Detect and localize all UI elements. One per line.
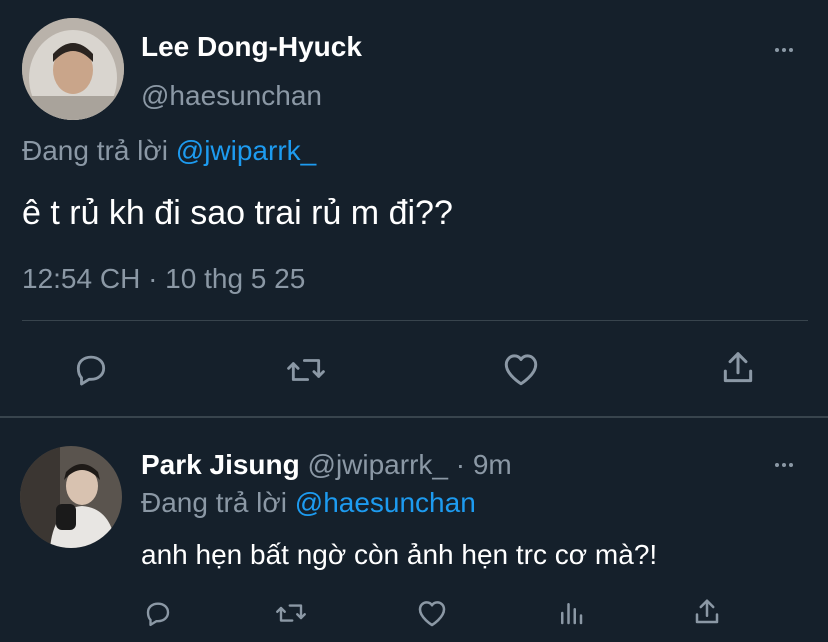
more-icon[interactable] [775, 463, 793, 467]
share-icon[interactable] [719, 348, 757, 388]
heart-icon[interactable] [416, 598, 448, 628]
reply-prefix: Đang trả lời [141, 487, 287, 518]
tweet-timestamp[interactable]: 12:54 CH · 10 thg 5 25 [22, 262, 305, 296]
handle[interactable]: @haesunchan [141, 80, 322, 112]
avatar-park-jisung[interactable] [20, 446, 122, 548]
share-icon[interactable] [692, 596, 722, 628]
reply-time[interactable]: 9m [473, 449, 512, 480]
reply-icon[interactable] [143, 598, 173, 628]
retweet-icon[interactable] [274, 598, 308, 628]
avatar-lee-dong-hyuck[interactable] [22, 18, 124, 120]
reply-icon[interactable] [72, 350, 110, 388]
retweet-icon[interactable] [285, 351, 327, 389]
tweet-text: ê t rủ kh đi sao trai rủ m đi?? [22, 194, 453, 232]
reply-prefix: Đang trả lời [22, 135, 168, 166]
reply-to-link[interactable]: @jwiparrk_ [176, 135, 316, 166]
avatar-image [20, 446, 122, 548]
reply-context: Đang trả lời @haesunchan [141, 486, 476, 520]
reply-to-link[interactable]: @haesunchan [295, 487, 476, 518]
avatar-image [22, 18, 124, 120]
more-icon[interactable] [775, 48, 793, 52]
reply-text: anh hẹn bất ngờ còn ảnh hẹn trc cơ mà?! [141, 539, 658, 570]
heart-icon[interactable] [501, 351, 541, 387]
analytics-icon[interactable] [556, 598, 586, 628]
divider [22, 320, 808, 321]
section-separator [0, 416, 828, 418]
separator-dot: · [455, 449, 466, 480]
reply-handle[interactable]: @jwiparrk_ [308, 449, 448, 480]
reply-header: Park Jisung @jwiparrk_ · 9m [141, 448, 512, 482]
display-name[interactable]: Lee Dong-Hyuck [141, 31, 362, 63]
reply-display-name[interactable]: Park Jisung [141, 449, 300, 480]
reply-context: Đang trả lời @jwiparrk_ [22, 134, 316, 168]
